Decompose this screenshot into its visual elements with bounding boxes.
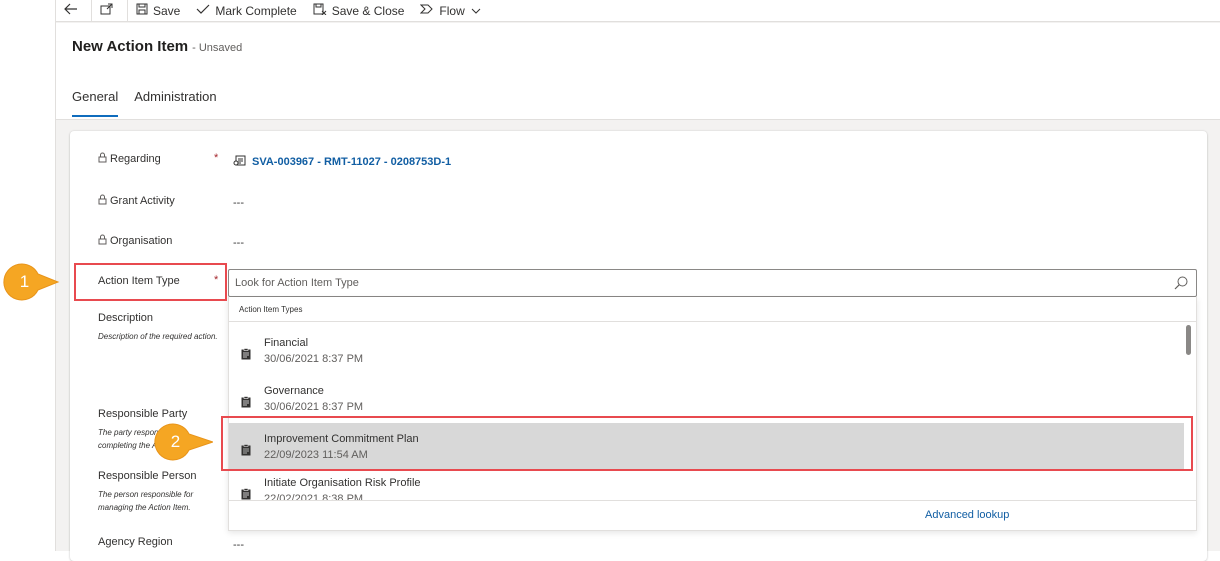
dropdown-header: Action Item Types	[239, 305, 303, 314]
regarding-link-text: SVA-003967 - RMT-11027 - 0208753D-1	[252, 156, 452, 168]
advanced-lookup-link[interactable]: Advanced lookup	[925, 509, 1009, 521]
flow-icon	[420, 3, 439, 18]
regarding-label: Regarding	[110, 153, 161, 165]
grant-activity-value: ---	[233, 197, 244, 209]
callout-marker-2: 2	[153, 422, 213, 462]
chevron-down-icon	[471, 4, 486, 18]
dropdown-scrollbar[interactable]	[1186, 325, 1191, 355]
required-indicator: *	[214, 152, 219, 164]
agency-region-value: ---	[233, 539, 244, 551]
save-label: Save	[153, 3, 181, 18]
mark-complete-button[interactable]: Mark Complete	[188, 0, 304, 22]
callout-marker-1: 1	[2, 262, 62, 302]
organisation-label-row: Organisation	[98, 234, 172, 248]
record-title: New Action Item	[72, 38, 189, 55]
regarding-label-row: Regarding	[98, 152, 161, 166]
command-bar: Save Mark Complete Save & Close Flow	[56, 0, 1220, 22]
page-title: New Action Item - Unsaved	[72, 38, 242, 55]
lock-icon	[98, 152, 110, 166]
lock-icon	[98, 194, 110, 208]
back-arrow-icon	[64, 3, 83, 18]
responsible-person-help: The person responsible for managing the …	[98, 490, 194, 512]
highlight-box-selected-item	[221, 416, 1193, 471]
clipboard-icon	[241, 347, 251, 365]
action-item-type-lookup[interactable]: Look for Action Item Type	[228, 269, 1197, 297]
clipboard-icon	[241, 487, 251, 501]
grant-activity-label-row: Grant Activity	[98, 194, 175, 208]
lookup-result-item[interactable]: Financial 30/06/2021 8:37 PM	[229, 327, 1184, 375]
organisation-value: ---	[233, 237, 244, 249]
back-button[interactable]	[56, 0, 91, 22]
item-name: Initiate Organisation Risk Profile	[264, 477, 421, 489]
checkmark-icon	[196, 3, 215, 18]
description-help: Description of the required action.	[98, 332, 218, 341]
popout-icon	[100, 3, 119, 18]
responsible-party-label: Responsible Party	[98, 408, 188, 420]
popout-button[interactable]	[92, 0, 127, 22]
save-button[interactable]: Save	[128, 0, 188, 22]
item-name: Financial	[264, 337, 309, 349]
item-date: 30/06/2021 8:37 PM	[264, 353, 364, 365]
lookup-placeholder: Look for Action Item Type	[235, 277, 359, 289]
flow-button[interactable]: Flow	[412, 0, 493, 22]
regarding-value[interactable]: SVA-003967 - RMT-11027 - 0208753D-1	[233, 154, 451, 170]
organisation-label: Organisation	[110, 235, 173, 247]
save-icon	[136, 3, 153, 18]
lookup-results-dropdown: Action Item Types Financial 30/06/2021 8…	[228, 297, 1197, 531]
save-close-icon	[313, 3, 332, 18]
highlight-box-action-item-type	[74, 263, 227, 301]
item-date: 30/06/2021 8:37 PM	[264, 401, 364, 413]
dropdown-footer: Advanced lookup	[229, 500, 1196, 530]
responsible-person-label: Responsible Person	[98, 470, 197, 482]
agency-region-label: Agency Region	[98, 536, 173, 548]
callout-number: 1	[19, 272, 30, 291]
form-card: Regarding * SVA-003967 - RMT-11027 - 020…	[70, 131, 1207, 561]
save-close-button[interactable]: Save & Close	[305, 0, 413, 22]
flow-label: Flow	[439, 3, 465, 18]
grant-activity-label: Grant Activity	[110, 195, 175, 207]
lookup-result-item[interactable]: Initiate Organisation Risk Profile 22/02…	[229, 471, 1184, 501]
lock-icon	[98, 234, 110, 248]
save-status: - Unsaved	[192, 42, 243, 54]
divider	[229, 321, 1196, 322]
callout-number: 2	[170, 432, 181, 451]
record-link-icon	[233, 154, 252, 170]
mark-complete-label: Mark Complete	[215, 3, 297, 18]
description-label: Description	[98, 312, 154, 324]
clipboard-icon	[241, 395, 251, 413]
form-tabs: General Administration	[72, 89, 233, 117]
item-name: Governance	[264, 385, 324, 397]
search-icon[interactable]	[1174, 276, 1188, 295]
tab-administration[interactable]: Administration	[134, 89, 216, 117]
save-close-label: Save & Close	[331, 3, 405, 18]
form-header: New Action Item - Unsaved General Adminis…	[56, 23, 1220, 120]
tab-general[interactable]: General	[72, 89, 119, 117]
